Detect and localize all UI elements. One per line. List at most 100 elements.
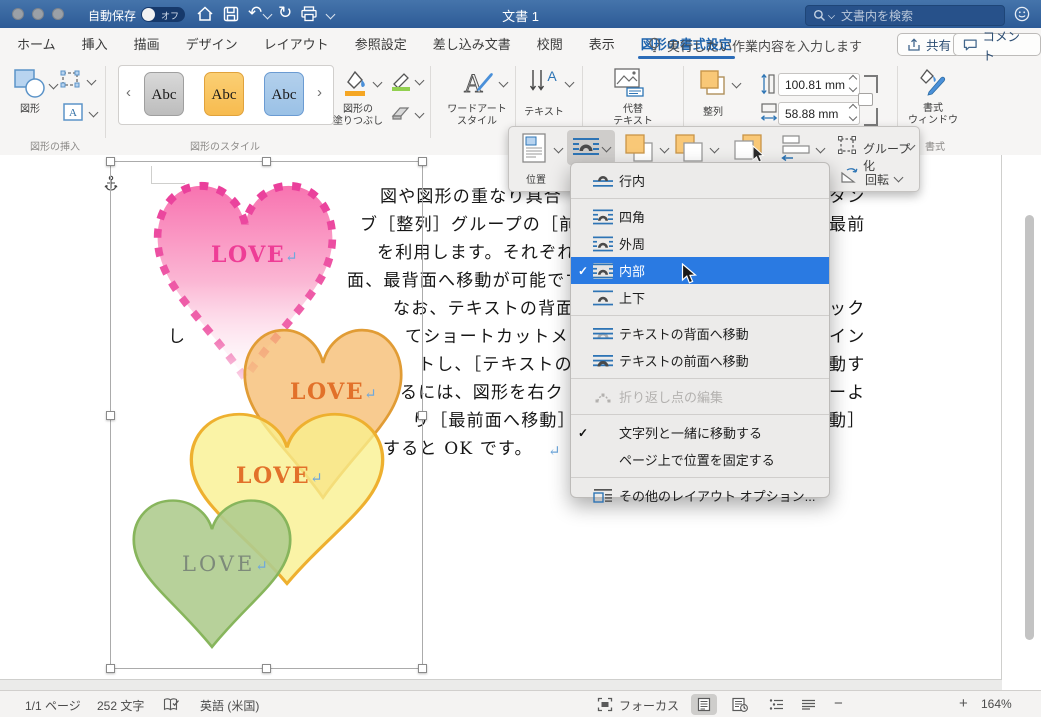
text-box-button[interactable]: A	[62, 102, 84, 122]
rotate-button[interactable]	[839, 167, 859, 185]
document-page[interactable]: 図や図形の重なり具合 タン ブ［整列］グループの［前面へ 最前 を利用します。そ…	[0, 155, 1041, 690]
height-stepper[interactable]	[848, 74, 858, 93]
text-line[interactable]: るには、図形を右ク	[400, 382, 564, 404]
view-print-layout-button[interactable]	[691, 694, 717, 715]
menu-item-through[interactable]: ✓ 内部	[571, 257, 829, 284]
menu-item-fix-position[interactable]: ページ上で位置を固定する	[571, 446, 829, 473]
selection-handle-bottom-center[interactable]	[262, 664, 271, 673]
zoom-in-button[interactable]: +	[959, 695, 968, 712]
selection-handle-top-right[interactable]	[418, 157, 427, 166]
comments-button[interactable]: コメント	[953, 30, 1041, 63]
text-direction-button[interactable]: A	[527, 67, 561, 97]
text-line-fragment[interactable]: イン	[829, 326, 865, 348]
proofing-status-icon[interactable]	[163, 697, 180, 712]
text-line-fragment[interactable]: 動］	[829, 410, 865, 432]
shape-style-swatch-gray[interactable]: Abc	[144, 72, 184, 116]
lock-aspect-checkbox[interactable]	[858, 93, 873, 106]
shape-height-field[interactable]: 100.81 mm	[778, 73, 860, 96]
insert-shapes-button[interactable]	[12, 68, 48, 100]
menu-item-more-layout-options[interactable]: その他のレイアウト オプション...	[571, 482, 829, 509]
group-button[interactable]	[837, 135, 857, 155]
page-count[interactable]: 1/1 ページ	[25, 697, 81, 714]
selection-handle-bottom-left[interactable]	[106, 664, 115, 673]
view-web-layout-button[interactable]	[727, 694, 753, 715]
tab-insert[interactable]: 挿入	[69, 28, 121, 62]
rotate-chevron-icon[interactable]	[893, 172, 904, 183]
menu-item-move-with-text[interactable]: ✓ 文字列と一緒に移動する	[571, 419, 829, 446]
focus-label[interactable]: フォーカス	[619, 697, 679, 714]
share-button[interactable]: 共有	[897, 33, 962, 56]
menu-item-inline[interactable]: 行内	[571, 167, 829, 194]
gallery-next-icon[interactable]: ›	[317, 84, 322, 101]
word-count[interactable]: 252 文字	[97, 697, 144, 714]
text-line[interactable]: トし、［テキストの	[418, 354, 573, 376]
send-backward-button[interactable]	[673, 132, 705, 164]
menu-item-square[interactable]: 四角	[571, 203, 829, 230]
view-outline-button[interactable]	[763, 694, 789, 715]
shape-outline-chevron-icon[interactable]	[414, 75, 425, 86]
selection-handle-middle-right[interactable]	[418, 411, 427, 420]
text-line[interactable]: てショートカットメ	[405, 326, 569, 348]
tab-layout[interactable]: レイアウト	[251, 28, 342, 62]
edit-shape-chevron-icon[interactable]	[86, 75, 97, 86]
bring-forward-button[interactable]	[623, 132, 655, 164]
zoom-out-button[interactable]: −	[834, 695, 843, 712]
tab-review[interactable]: 校閲	[524, 28, 576, 62]
menu-item-tight[interactable]: 外周	[571, 230, 829, 257]
wordart-chevron-icon[interactable]	[498, 77, 509, 88]
zoom-level[interactable]: 164%	[981, 697, 1012, 711]
edit-shape-button[interactable]	[60, 70, 82, 90]
arrange-chevron-icon[interactable]	[731, 78, 742, 89]
text-chevron-icon[interactable]	[564, 77, 575, 88]
menu-item-behind-text[interactable]: テキストの背面へ移動	[571, 320, 829, 347]
selection-handle-bottom-right[interactable]	[418, 664, 427, 673]
tab-draw[interactable]: 描画	[121, 28, 173, 62]
align-button[interactable]	[781, 133, 813, 163]
shape-fill-chevron-icon[interactable]	[372, 77, 383, 88]
shape-outline-button[interactable]	[390, 70, 412, 92]
selection-handle-top-center[interactable]	[262, 157, 271, 166]
tab-view[interactable]: 表示	[576, 28, 628, 62]
menu-item-edit-wrap-points[interactable]: 折り返し点の編集	[571, 383, 829, 410]
text-line-fragment[interactable]: 最前	[829, 214, 865, 236]
position-button[interactable]	[520, 132, 548, 164]
menu-item-in-front-of-text[interactable]: テキストの前面へ移動	[571, 347, 829, 374]
shape-style-swatch-orange[interactable]: Abc	[204, 72, 244, 116]
shape-effects-button[interactable]	[390, 104, 412, 122]
tell-me-box[interactable]: 実行したい作業内容を入力します	[648, 28, 862, 62]
vertical-scrollbar-thumb[interactable]	[1025, 215, 1034, 640]
feedback-smiley-icon[interactable]	[1014, 6, 1030, 22]
focus-icon[interactable]	[597, 697, 613, 712]
text-box-chevron-icon[interactable]	[88, 107, 99, 118]
send-backward-chevron-icon[interactable]	[709, 143, 720, 154]
shape-width-field[interactable]: 58.88 mm	[778, 102, 860, 125]
format-pane-button[interactable]	[915, 66, 951, 98]
selection-handle-top-left[interactable]	[106, 157, 115, 166]
text-line[interactable]: り［最前面へ移動］を	[412, 410, 594, 432]
alt-text-button[interactable]	[613, 67, 645, 97]
gallery-prev-icon[interactable]: ‹	[126, 84, 131, 101]
shape-effects-chevron-icon[interactable]	[414, 108, 425, 119]
position-chevron-icon[interactable]	[553, 143, 564, 154]
tab-references[interactable]: 参照設定	[342, 28, 420, 62]
shape-fill-button[interactable]	[340, 68, 370, 98]
tab-home[interactable]: ホーム	[4, 28, 69, 62]
language-status[interactable]: 英語 (米国)	[200, 697, 259, 714]
text-line-fragment[interactable]: ーよ	[829, 382, 865, 404]
text-line-fragment[interactable]: ック	[829, 298, 865, 320]
search-input[interactable]: 文書内を検索	[805, 4, 1005, 26]
tab-mailings[interactable]: 差し込み文書	[420, 28, 524, 62]
align-chevron-icon[interactable]	[815, 143, 826, 154]
shapes-chevron-icon[interactable]	[48, 79, 59, 90]
tab-design[interactable]: デザイン	[173, 28, 251, 62]
selection-handle-middle-left[interactable]	[106, 411, 115, 420]
width-stepper[interactable]	[848, 103, 858, 122]
view-draft-button[interactable]	[795, 694, 821, 715]
shape-style-swatch-blue[interactable]: Abc	[264, 72, 304, 116]
bring-forward-chevron-icon[interactable]	[659, 143, 670, 154]
wrap-text-button[interactable]	[567, 130, 615, 165]
menu-item-top-bottom[interactable]: 上下	[571, 284, 829, 311]
text-line-fragment[interactable]: 動す	[829, 354, 865, 376]
arrange-button[interactable]	[698, 68, 728, 98]
wordart-styles-button[interactable]: A	[452, 66, 496, 98]
